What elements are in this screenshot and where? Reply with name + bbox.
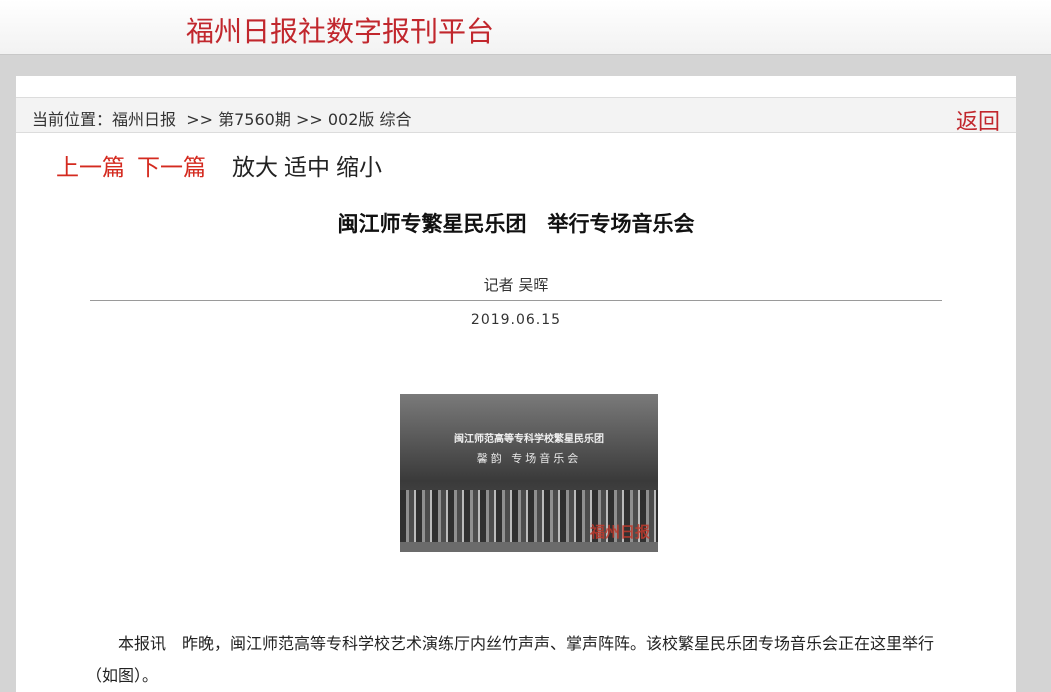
article-date: 2019.06.15 bbox=[470, 312, 562, 328]
photo-caption-line1: 闽江师范高等专科学校繁星民乐团 bbox=[454, 434, 604, 445]
article-panel: 当前位置：福州日报 >> 第7560期 >> 002版 综合 返回 上一篇 下一篇… bbox=[16, 76, 1016, 692]
article-body: 本报讯 昨晚，闽江师范高等专科学校艺术演练厅内丝竹声声、掌声阵阵。该校繁星民乐团… bbox=[86, 628, 946, 692]
next-article-link[interactable]: 下一篇 bbox=[137, 155, 206, 181]
breadcrumb-separator: >> bbox=[295, 110, 323, 129]
photo-caption-line2: 馨韵 专场音乐会 bbox=[476, 452, 582, 465]
site-title: 福州日报社数字报刊平台 bbox=[186, 15, 495, 48]
zoom-fit-link[interactable]: 适中 bbox=[284, 155, 330, 181]
zoom-out-link[interactable]: 缩小 bbox=[336, 155, 382, 181]
site-header: 福州日报社数字报刊平台 bbox=[0, 0, 1051, 55]
breadcrumb-bar: 当前位置：福州日报 >> 第7560期 >> 002版 综合 返回 bbox=[16, 97, 1016, 136]
divider bbox=[90, 300, 942, 301]
breadcrumb-separator: >> bbox=[186, 110, 214, 129]
back-link[interactable]: 返回 bbox=[956, 104, 1000, 136]
breadcrumb-item-issue[interactable]: 第7560期 bbox=[218, 110, 291, 129]
breadcrumb: 当前位置：福州日报 >> 第7560期 >> 002版 综合 bbox=[32, 106, 411, 130]
article-toolbar: 上一篇 下一篇 放大 适中 缩小 bbox=[56, 148, 388, 182]
breadcrumb-label: 当前位置： bbox=[32, 110, 113, 129]
article-paragraph: 本报讯 昨晚，闽江师范高等专科学校艺术演练厅内丝竹声声、掌声阵阵。该校繁星民乐团… bbox=[86, 634, 935, 685]
photo-watermark: 福州日报 bbox=[589, 523, 650, 541]
photo-stage-floor bbox=[400, 542, 658, 552]
zoom-in-link[interactable]: 放大 bbox=[232, 155, 278, 181]
breadcrumb-item-page[interactable]: 002版 综合 bbox=[328, 110, 412, 129]
article-author: 记者 吴晖 bbox=[483, 276, 549, 294]
article-headline: 闽江师专繁星民乐团 举行专场音乐会 bbox=[337, 212, 695, 236]
article-photo: 闽江师范高等专科学校繁星民乐团 馨韵 专场音乐会 福州日报 bbox=[400, 394, 658, 552]
prev-article-link[interactable]: 上一篇 bbox=[56, 155, 125, 181]
breadcrumb-item-paper[interactable]: 福州日报 bbox=[112, 110, 176, 129]
